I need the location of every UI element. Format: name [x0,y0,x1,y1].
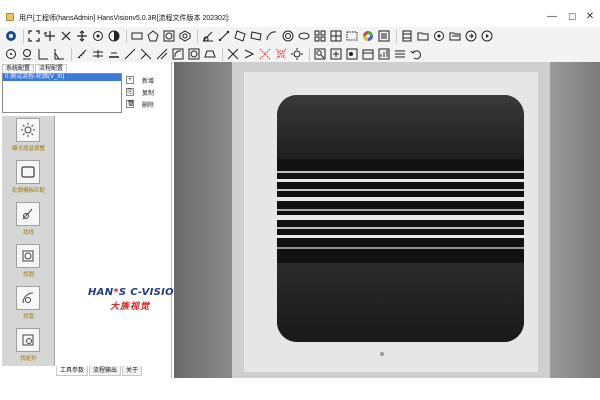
line-icon[interactable] [123,47,137,61]
cross-icon[interactable] [226,47,240,61]
tool-find-arc[interactable]: 找弧 [2,286,55,328]
add-flow-button[interactable]: + 新增 [126,74,170,86]
tab-flow-config[interactable]: 流程配置 [35,64,68,73]
grid-3-icon[interactable] [345,29,359,43]
open-icon[interactable] [448,29,462,43]
grid-2-icon[interactable] [329,29,343,43]
angle-icon[interactable] [52,47,66,61]
app-icon [6,13,14,21]
ruler-icon[interactable] [75,47,89,61]
fit-icon[interactable] [27,29,41,43]
tab-flow-output[interactable]: 流程输出 [89,366,122,376]
toolbar-row-1 [0,27,600,46]
trash-icon: 🗑 [126,100,135,108]
diagonal-icon[interactable] [139,47,153,61]
target-icon[interactable] [91,29,105,43]
find-line-icon [16,202,40,226]
swatch-icon[interactable] [377,29,391,43]
undo-icon[interactable] [409,47,423,61]
play-icon[interactable] [480,29,494,43]
tab-about[interactable]: 关于 [122,366,143,376]
find-circle-icon [16,244,40,268]
copy-icon: ⎘ [126,88,134,96]
arc-icon[interactable] [265,29,279,43]
bottom-tabs: 工具参数 流程输出 关于 [56,366,143,376]
sun-icon [16,118,40,142]
delete-flow-label: 删除 [142,102,155,109]
add-flow-label: 新增 [142,78,155,85]
tool-column: 曝光增益调整 轮廓模板匹配 找线 找圆 找弧 找矩形 [2,116,55,366]
ring-icon[interactable] [281,29,295,43]
chart-icon[interactable] [377,47,391,61]
copy-flow-label: 复制 [142,90,155,97]
film-icon[interactable] [400,29,414,43]
tab-tool-params[interactable]: 工具参数 [56,366,89,376]
line-tool-icon[interactable] [217,29,231,43]
bar-icon[interactable] [107,47,121,61]
color-wheel-icon[interactable] [361,29,375,43]
chevron-icon[interactable] [242,47,256,61]
tab-system-config[interactable]: 系统配置 [2,64,35,73]
pentagon-icon[interactable] [146,29,160,43]
ellipse-icon[interactable] [297,29,311,43]
rect-template-icon [16,160,40,184]
list-icon[interactable] [393,47,407,61]
pan-icon[interactable] [75,29,89,43]
circle-roi-icon[interactable] [162,29,176,43]
loop-icon[interactable] [329,47,343,61]
image-viewer[interactable] [174,62,600,378]
arc-measure-icon[interactable] [171,47,185,61]
export-icon[interactable] [464,29,478,43]
settings-icon[interactable] [432,29,446,43]
camera-icon[interactable] [4,29,18,43]
grid-icon[interactable] [313,29,327,43]
diagonal-2-icon[interactable] [155,47,169,61]
corner-icon[interactable] [36,47,50,61]
tool-contour-match[interactable]: 轮廓模板匹配 [2,160,55,202]
circle-measure-icon[interactable] [187,47,201,61]
camera-image [277,95,524,342]
folder-icon[interactable] [416,29,430,43]
tool-find-line[interactable]: 找线 [2,202,55,244]
measure-angle-icon[interactable] [201,29,215,43]
tool-exposure-gain[interactable]: 曝光增益调整 [2,118,55,160]
dotted-cross-2-icon[interactable] [274,47,288,61]
light-icon[interactable] [290,47,304,61]
flow-list[interactable]: 0:测试流程-轮廓(V_t0) [2,73,122,113]
parallel-icon[interactable] [91,47,105,61]
flow-actions: + 新增 ⎘ 复制 🗑 删除 [126,74,170,110]
tool-find-circle[interactable]: 找圆 [2,244,55,286]
circle-point-icon[interactable] [20,47,34,61]
find-arc-icon [16,286,40,310]
copy-flow-button[interactable]: ⎘ 复制 [126,86,170,98]
point-icon[interactable] [4,47,18,61]
flow-list-item[interactable]: 0:测试流程-轮廓(V_t0) [3,74,121,81]
rectangle-icon[interactable] [130,29,144,43]
zoom-out-icon[interactable] [59,29,73,43]
maximize-button[interactable]: ☐ [562,10,582,24]
left-panel: 系统配置 流程配置 0:测试流程-轮廓(V_t0) + 新增 ⎘ 复制 🗑 删除… [0,62,182,378]
trapezoid-icon[interactable] [203,47,217,61]
calendar-icon[interactable] [361,47,375,61]
config-tabs: 系统配置 流程配置 [2,64,68,73]
close-button[interactable]: ✕ [580,10,600,24]
delete-flow-button[interactable]: 🗑 删除 [126,98,170,110]
blob-icon[interactable] [345,47,359,61]
zoom-in-icon[interactable] [43,29,57,43]
minimize-button[interactable]: — [542,10,562,24]
tool-find-rect[interactable]: 找矩形 [2,328,55,370]
rotated-rect-2-icon[interactable] [249,29,263,43]
polygon-roi-icon[interactable] [178,29,192,43]
rotated-rect-icon[interactable] [233,29,247,43]
title-bar: 用户[工程师(hansAdmin] HansVisionv5.0.3R[流程文件… [0,0,600,30]
dotted-cross-icon[interactable] [258,47,272,61]
contrast-icon[interactable] [107,29,121,43]
plus-icon: + [126,76,134,84]
find-rect-icon [16,328,40,352]
brand-logo: HAN*S C-VISION 大族视觉 [88,287,183,312]
zoom-icon[interactable] [313,47,327,61]
window-title: 用户[工程师(hansAdmin] HansVisionv5.0.3R[流程文件… [19,15,230,22]
